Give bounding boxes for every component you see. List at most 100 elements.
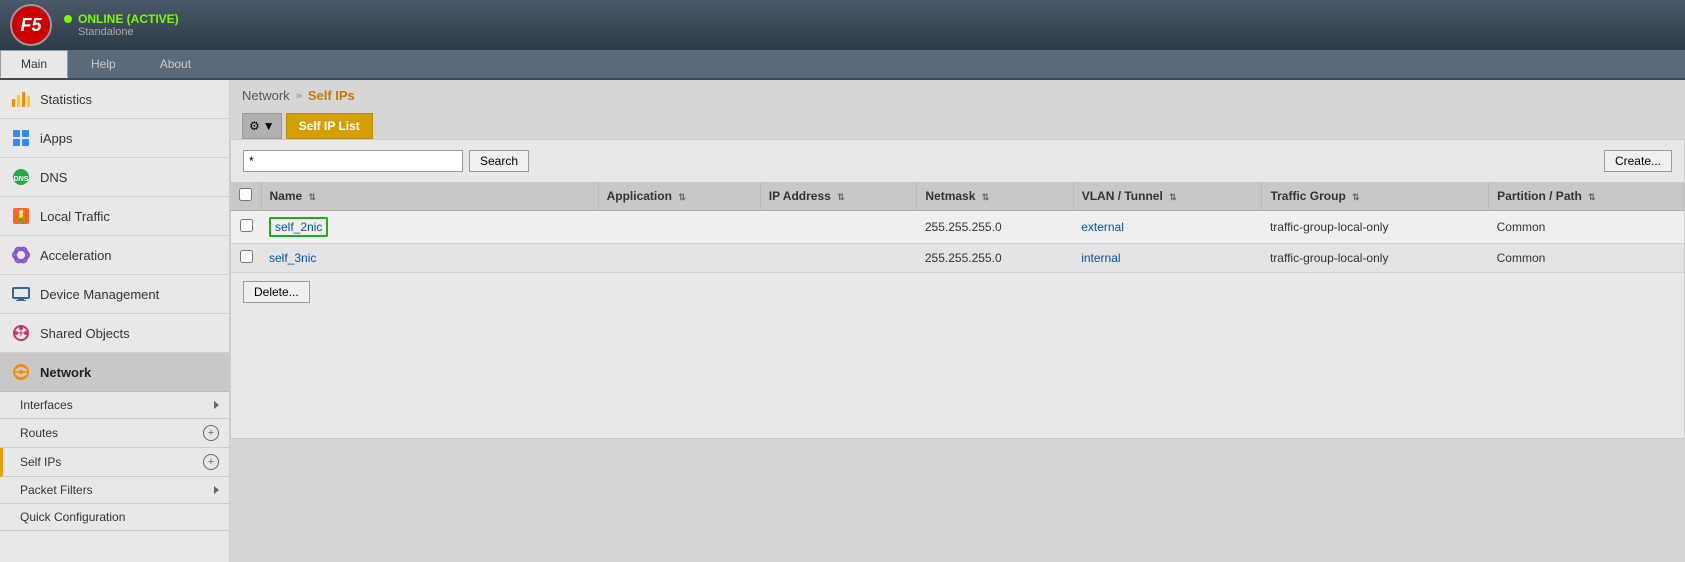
accel-icon — [10, 244, 32, 266]
th-partition-path: Partition / Path ⇅ — [1489, 182, 1684, 211]
circle-plus-selfips-icon[interactable]: + — [203, 454, 219, 470]
self-ips-plus: + — [203, 454, 219, 470]
sidebar-item-device-management[interactable]: Device Management — [0, 275, 229, 314]
row2-checkbox-cell — [231, 244, 261, 273]
table-row: self_3nic 255.255.255.0 internal traffic… — [231, 244, 1684, 273]
th-name: Name ⇅ — [261, 182, 598, 211]
chevron-right-icon — [214, 401, 219, 409]
device-icon — [10, 283, 32, 305]
row1-name: self_2nic — [261, 211, 598, 244]
select-all-checkbox[interactable] — [239, 188, 252, 201]
iapps-icon — [10, 127, 32, 149]
gear-icon: ⚙ — [249, 119, 260, 133]
search-button[interactable]: Search — [469, 150, 529, 172]
sidebar-item-packet-filters[interactable]: Packet Filters — [0, 477, 229, 504]
sidebar-item-acceleration-label: Acceleration — [40, 248, 112, 263]
routes-plus: + — [203, 425, 219, 441]
partition-sort-icon[interactable]: ⇅ — [1588, 192, 1596, 203]
row2-name: self_3nic — [261, 244, 598, 273]
data-table: Name ⇅ Application ⇅ IP Address ⇅ Netm — [231, 182, 1684, 273]
status-dot — [64, 15, 72, 23]
status-online: ONLINE (ACTIVE) — [64, 12, 179, 26]
row1-vlan-link[interactable]: external — [1081, 220, 1124, 234]
th-traffic-group: Traffic Group ⇅ — [1262, 182, 1489, 211]
row1-name-link[interactable]: self_2nic — [275, 220, 322, 234]
tab-self-ip-list[interactable]: Self IP List — [286, 113, 373, 139]
sidebar-item-interfaces[interactable]: Interfaces — [0, 392, 229, 419]
circle-plus-icon[interactable]: + — [203, 425, 219, 441]
nav-tab-main[interactable]: Main — [0, 50, 68, 78]
row2-checkbox[interactable] — [240, 250, 253, 263]
netmask-sort-icon[interactable]: ⇅ — [982, 192, 990, 203]
row1-checkbox[interactable] — [240, 219, 253, 232]
breadcrumb-arrow: » — [296, 90, 302, 102]
chart-icon — [10, 88, 32, 110]
nav-tab-help[interactable]: Help — [70, 50, 137, 78]
search-bar: Search Create... — [231, 140, 1684, 182]
row1-application — [598, 211, 760, 244]
th-ip-address: IP Address ⇅ — [760, 182, 917, 211]
ip-sort-icon[interactable]: ⇅ — [837, 192, 845, 203]
sidebar-item-local-traffic[interactable]: Local Traffic — [0, 197, 229, 236]
row2-traffic-group: traffic-group-local-only — [1262, 244, 1489, 273]
row2-vlan: internal — [1073, 244, 1262, 273]
row1-vlan: external — [1073, 211, 1262, 244]
name-sort-icon[interactable]: ⇅ — [309, 192, 317, 203]
packet-filters-chevron — [214, 486, 219, 494]
row1-traffic-group: traffic-group-local-only — [1262, 211, 1489, 244]
th-netmask: Netmask ⇅ — [917, 182, 1073, 211]
delete-button[interactable]: Delete... — [243, 281, 310, 303]
row2-name-link[interactable]: self_3nic — [269, 251, 316, 265]
sidebar-item-local-traffic-label: Local Traffic — [40, 209, 110, 224]
sidebar-item-statistics-label: Statistics — [40, 92, 92, 107]
row1-checkbox-cell — [231, 211, 261, 244]
sidebar-item-quick-configuration[interactable]: Quick Configuration — [0, 504, 229, 531]
network-icon — [10, 361, 32, 383]
content-panel: Search Create... Name ⇅ Appl — [230, 139, 1685, 439]
sidebar-item-statistics[interactable]: Statistics — [0, 80, 229, 119]
sidebar-section-network: Network — [0, 353, 229, 392]
breadcrumb-current: Self IPs — [308, 88, 355, 103]
chevron-right-packet-icon — [214, 486, 219, 494]
status-standalone: Standalone — [78, 26, 179, 38]
sidebar-item-device-management-label: Device Management — [40, 287, 159, 302]
svg-text:DNS: DNS — [14, 176, 29, 183]
th-checkbox — [231, 182, 261, 211]
sidebar: Statistics iApps DNS DNS Local Traffic — [0, 80, 230, 562]
nav-tab-about[interactable]: About — [139, 50, 212, 78]
sidebar-item-iapps-label: iApps — [40, 131, 73, 146]
interfaces-chevron — [214, 401, 219, 409]
create-button[interactable]: Create... — [1604, 150, 1672, 172]
row2-ip-address — [760, 244, 917, 273]
sidebar-item-shared-objects-label: Shared Objects — [40, 326, 130, 341]
shared-icon — [10, 322, 32, 344]
th-application: Application ⇅ — [598, 182, 760, 211]
sidebar-item-dns[interactable]: DNS DNS — [0, 158, 229, 197]
dns-icon: DNS — [10, 166, 32, 188]
sidebar-item-dns-label: DNS — [40, 170, 67, 185]
sidebar-item-self-ips[interactable]: Self IPs + — [0, 448, 229, 477]
row2-vlan-link[interactable]: internal — [1081, 251, 1120, 265]
row1-ip-address — [760, 211, 917, 244]
table-row: self_2nic 255.255.255.0 external traffic… — [231, 211, 1684, 244]
vlan-sort-icon[interactable]: ⇅ — [1169, 192, 1177, 203]
sidebar-item-routes[interactable]: Routes + — [0, 419, 229, 448]
main-layout: Statistics iApps DNS DNS Local Traffic — [0, 80, 1685, 562]
top-header: F5 ONLINE (ACTIVE) Standalone — [0, 0, 1685, 50]
dropdown-arrow-icon: ▼ — [263, 119, 275, 133]
status-block: ONLINE (ACTIVE) Standalone — [64, 12, 179, 38]
traffic-icon — [10, 205, 32, 227]
th-vlan-tunnel: VLAN / Tunnel ⇅ — [1073, 182, 1262, 211]
row2-application — [598, 244, 760, 273]
nav-tabs: Main Help About — [0, 50, 1685, 80]
sidebar-item-acceleration[interactable]: Acceleration — [0, 236, 229, 275]
breadcrumb-network: Network — [242, 88, 290, 103]
row2-partition: Common — [1489, 244, 1684, 273]
sidebar-item-shared-objects[interactable]: Shared Objects — [0, 314, 229, 353]
sidebar-item-iapps[interactable]: iApps — [0, 119, 229, 158]
row1-partition: Common — [1489, 211, 1684, 244]
gear-button[interactable]: ⚙ ▼ — [242, 113, 282, 139]
application-sort-icon[interactable]: ⇅ — [678, 192, 686, 203]
search-input[interactable] — [243, 150, 463, 172]
traffic-sort-icon[interactable]: ⇅ — [1352, 192, 1360, 203]
